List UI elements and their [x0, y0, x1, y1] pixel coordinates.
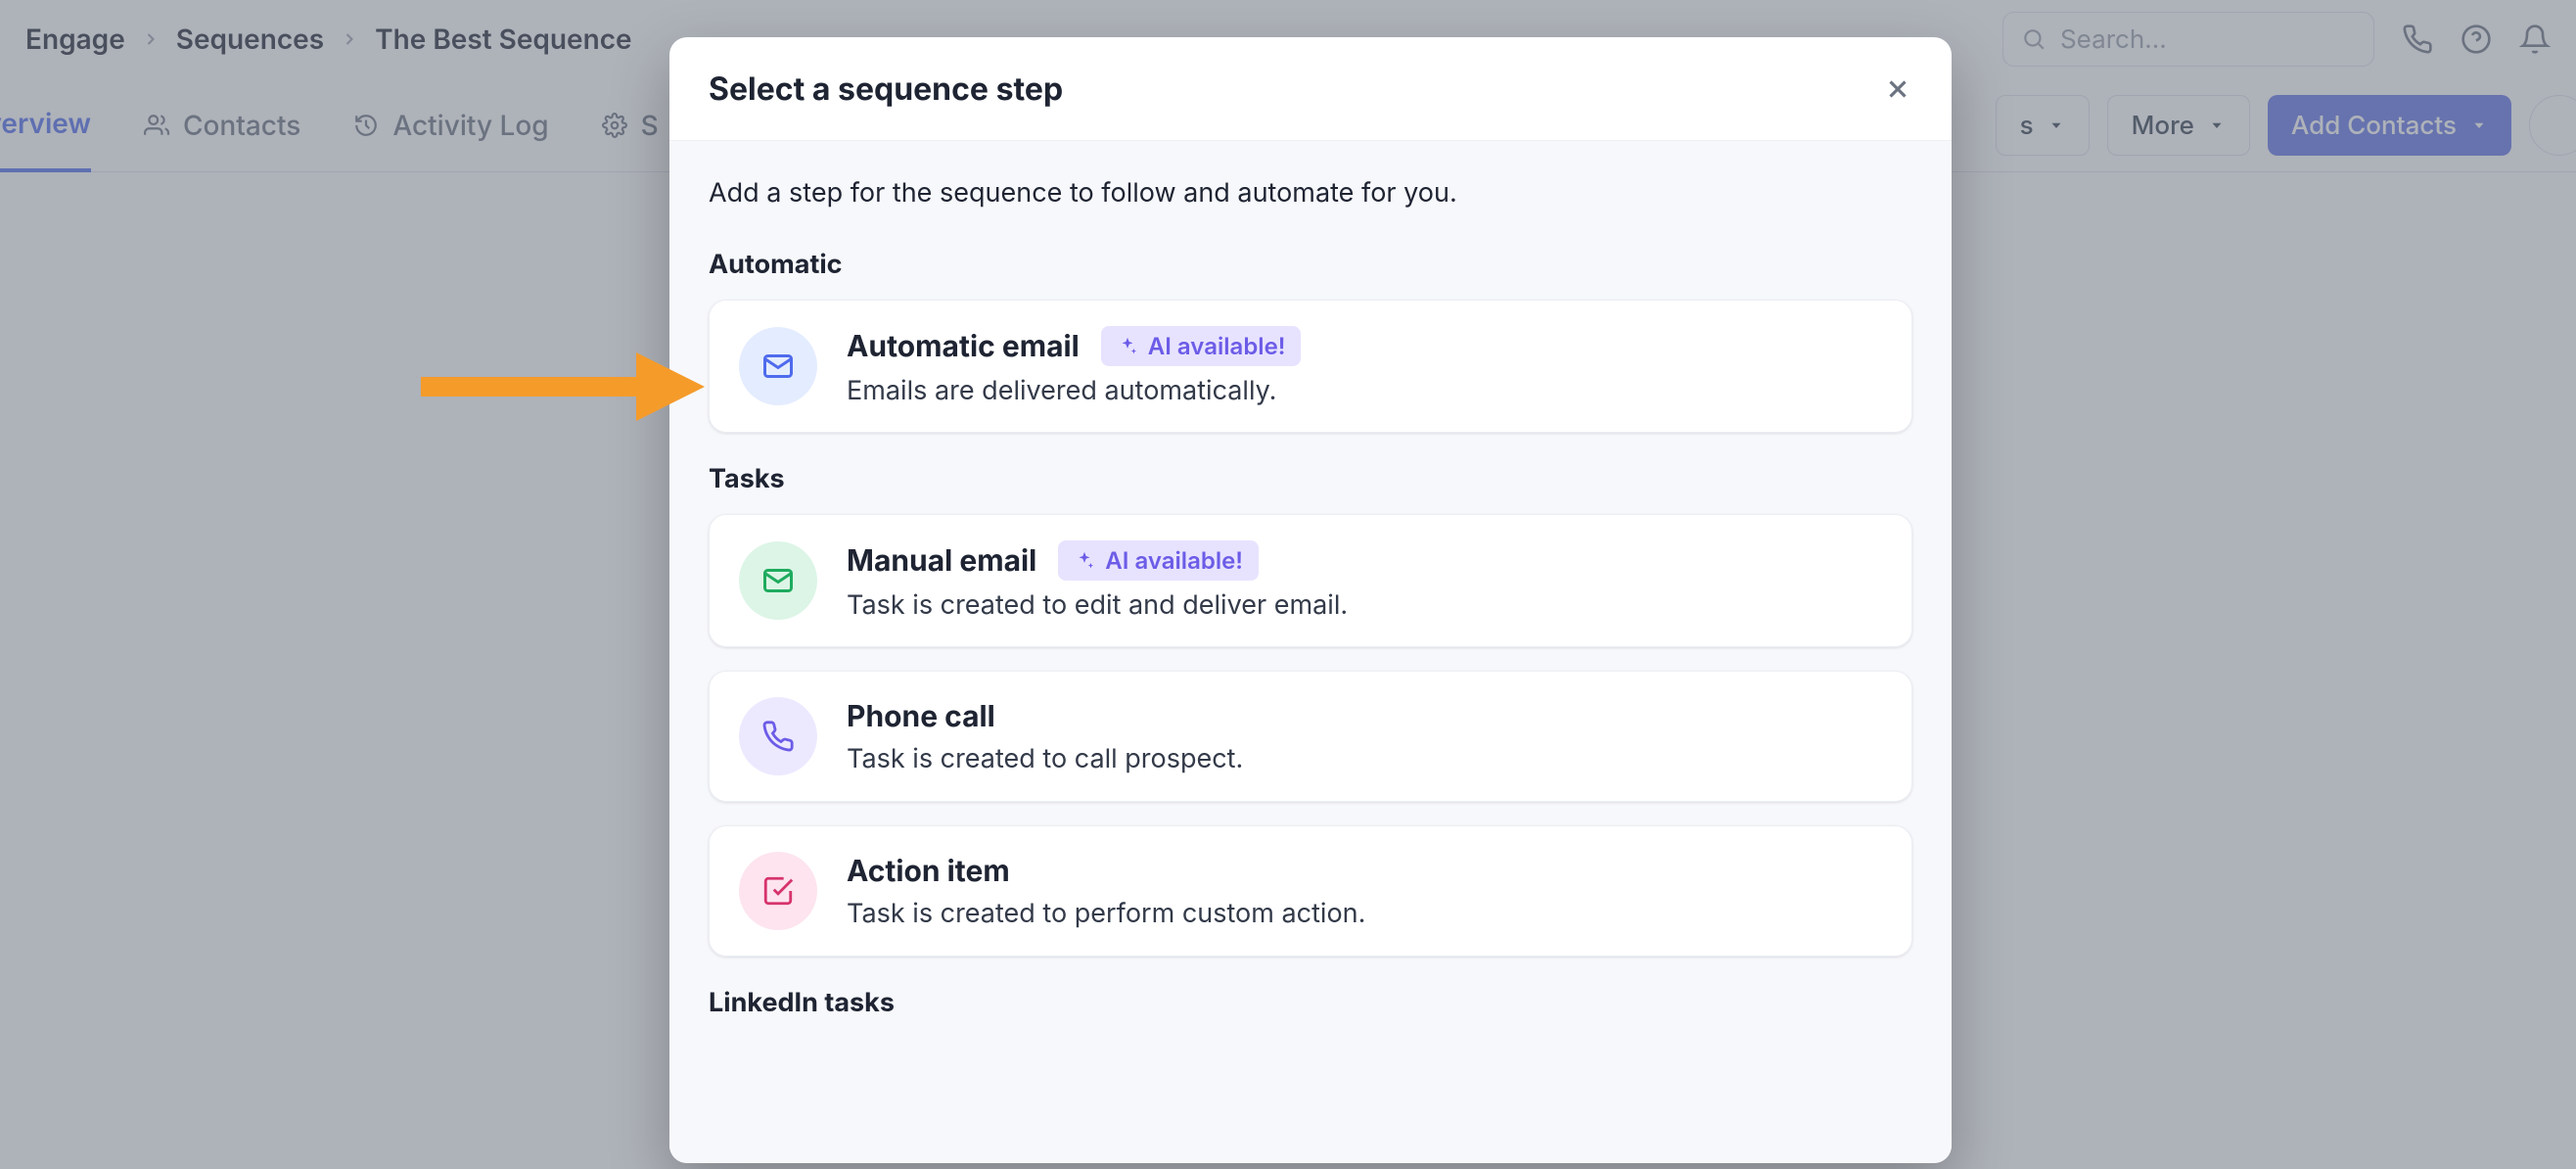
modal-body: Add a step for the sequence to follow an…: [669, 141, 1952, 1163]
modal-header: Select a sequence step: [669, 37, 1952, 141]
step-option-content: Automatic email AI available! Emails are…: [847, 326, 1301, 406]
step-option-action-item[interactable]: Action item Task is created to perform c…: [709, 825, 1912, 957]
ai-available-badge: AI available!: [1101, 326, 1302, 366]
step-option-desc: Task is created to call prospect.: [847, 742, 1243, 774]
sparkle-icon: [1074, 550, 1095, 572]
modal-title: Select a sequence step: [709, 70, 1063, 108]
step-option-content: Manual email AI available! Task is creat…: [847, 540, 1348, 621]
step-option-content: Phone call Task is created to call prosp…: [847, 699, 1243, 774]
select-sequence-step-modal: Select a sequence step Add a step for th…: [669, 37, 1952, 1163]
step-option-desc: Task is created to perform custom action…: [847, 897, 1365, 929]
step-option-desc: Task is created to edit and deliver emai…: [847, 588, 1348, 621]
section-label-tasks: Tasks: [709, 462, 1912, 494]
sparkle-icon: [1117, 336, 1138, 357]
step-option-phone-call[interactable]: Phone call Task is created to call prosp…: [709, 671, 1912, 802]
step-option-manual-email[interactable]: Manual email AI available! Task is creat…: [709, 514, 1912, 647]
mail-icon: [739, 327, 817, 405]
modal-description: Add a step for the sequence to follow an…: [709, 176, 1912, 209]
step-option-title: Manual email: [847, 543, 1036, 579]
step-option-automatic-email[interactable]: Automatic email AI available! Emails are…: [709, 300, 1912, 433]
phone-icon: [739, 697, 817, 775]
step-option-desc: Emails are delivered automatically.: [847, 374, 1301, 406]
callout-arrow-icon: [421, 343, 705, 431]
step-option-title: Automatic email: [847, 329, 1080, 364]
ai-badge-label: AI available!: [1148, 332, 1286, 360]
step-option-content: Action item Task is created to perform c…: [847, 854, 1365, 929]
step-option-title: Action item: [847, 854, 1010, 889]
checkbox-icon: [739, 852, 817, 930]
section-label-linkedin: LinkedIn tasks: [709, 986, 1912, 1018]
section-label-automatic: Automatic: [709, 248, 1912, 280]
close-icon[interactable]: [1883, 74, 1912, 104]
ai-available-badge: AI available!: [1058, 540, 1259, 581]
step-option-title: Phone call: [847, 699, 995, 734]
mail-icon: [739, 541, 817, 620]
ai-badge-label: AI available!: [1105, 546, 1243, 575]
